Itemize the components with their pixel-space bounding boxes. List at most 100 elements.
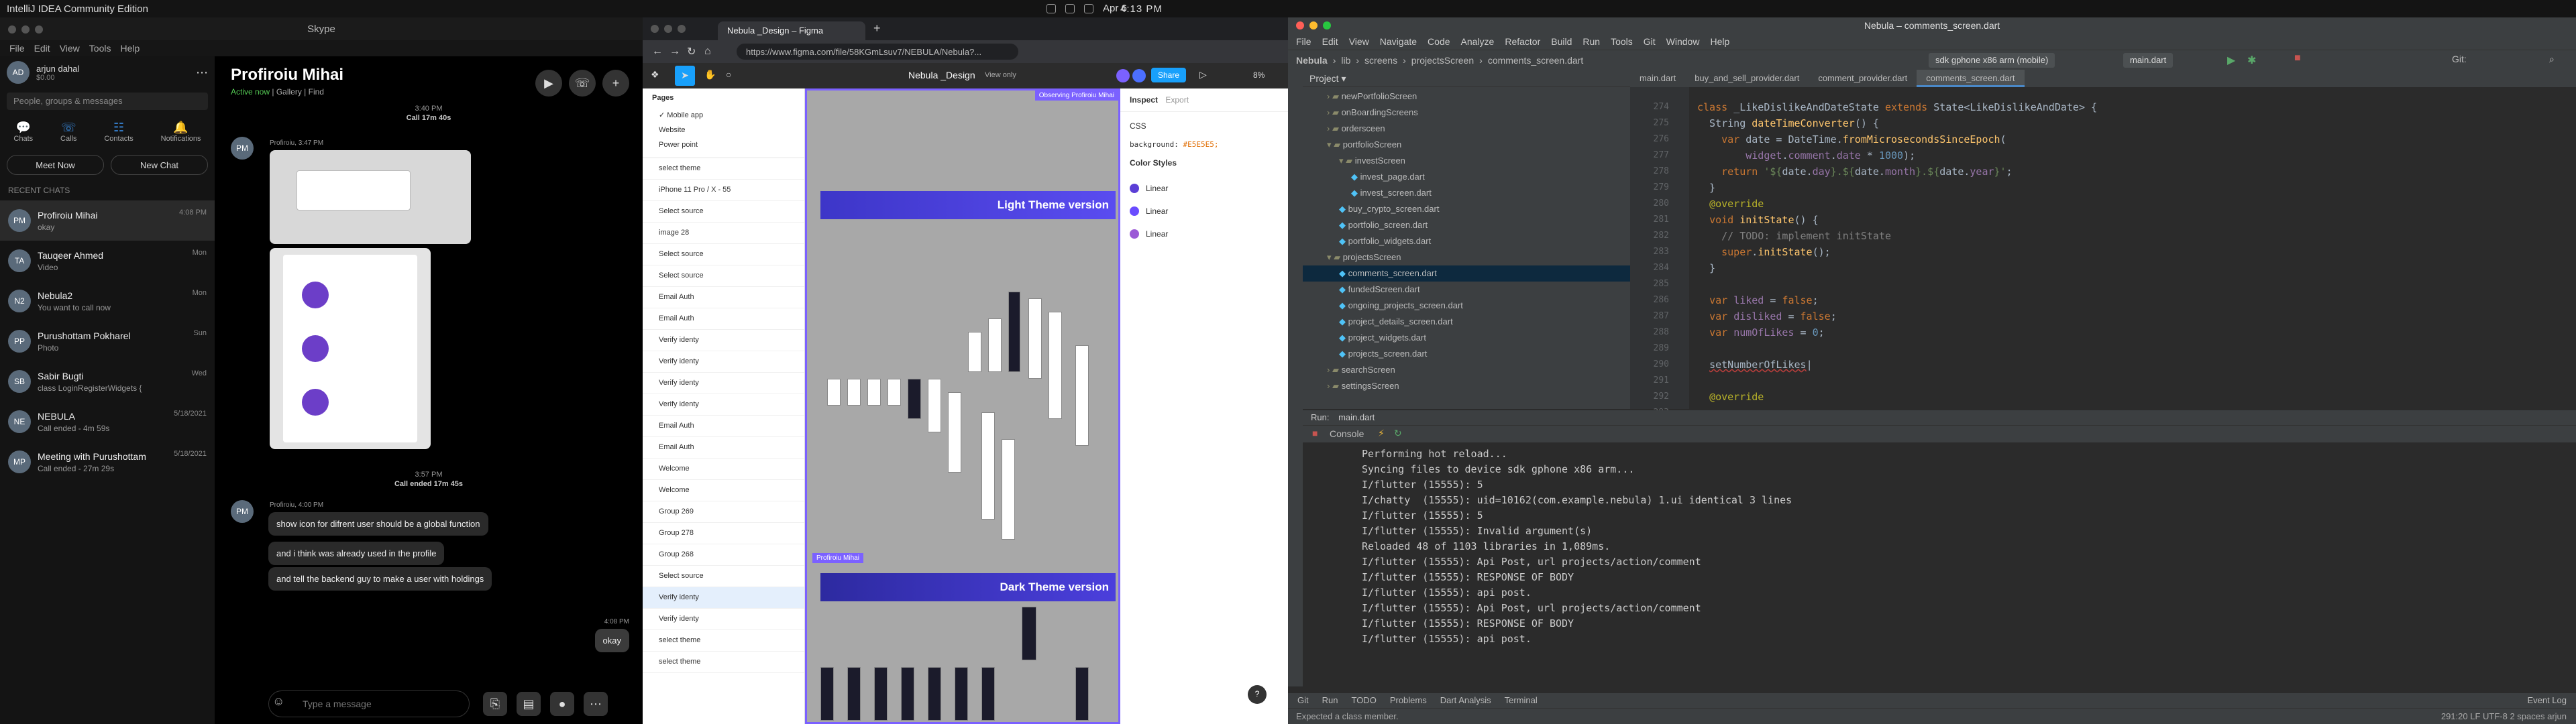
tree-folder[interactable]: › ▰ searchScreen — [1303, 362, 1630, 378]
meet-now-button[interactable]: Meet Now — [7, 155, 104, 175]
new-chat-button[interactable]: New Chat — [111, 155, 208, 175]
search-icon[interactable]: ⌕ — [2549, 54, 2555, 65]
attach-icon[interactable]: ⎘ — [483, 692, 507, 716]
tool-tab-todo[interactable]: TODO — [1351, 695, 1376, 706]
microphone-icon[interactable]: ● — [550, 692, 574, 716]
breadcrumb-item[interactable]: screens — [1364, 55, 1397, 66]
layer-item[interactable]: Verify identy — [643, 351, 804, 373]
move-tool-icon[interactable]: ➤ — [675, 66, 695, 86]
my-message-bubble[interactable]: okay — [594, 629, 629, 652]
tree-file[interactable]: ◆ comments_screen.dart — [1303, 265, 1630, 282]
maximize-button[interactable] — [1323, 21, 1331, 29]
run-tab[interactable]: main.dart — [1338, 412, 1375, 422]
url-input[interactable]: https://www.figma.com/file/58KGmLsuv7/NE… — [737, 44, 1018, 60]
maximize-button[interactable] — [35, 25, 43, 34]
tree-folder[interactable]: › ▰ newPortfolioScreen — [1303, 88, 1630, 105]
tree-folder[interactable]: ▾ ▰ investScreen — [1303, 153, 1630, 169]
page-item[interactable]: ✓ Mobile app — [643, 107, 804, 123]
design-frame[interactable] — [820, 667, 834, 721]
stop-icon[interactable]: ■ — [2294, 52, 2301, 64]
menu-item[interactable]: Git — [1644, 36, 1656, 47]
figma-menu-icon[interactable]: ❖ — [651, 69, 659, 80]
menu-item[interactable]: Tools — [1611, 36, 1633, 47]
page-item[interactable]: Website — [643, 123, 804, 137]
layer-item[interactable]: Verify identy — [643, 373, 804, 394]
menu-item[interactable]: Run — [1582, 36, 1600, 47]
more-icon[interactable]: ⋯ — [584, 692, 608, 716]
close-button[interactable] — [1296, 21, 1304, 29]
tree-file[interactable]: ◆ invest_screen.dart — [1303, 185, 1630, 201]
design-frame[interactable] — [874, 667, 888, 721]
menu-edit[interactable]: Edit — [34, 43, 50, 54]
menu-item[interactable]: Help — [1710, 36, 1729, 47]
new-tab-icon[interactable]: + — [873, 21, 881, 36]
nav-calls[interactable]: ☏ Calls — [60, 121, 76, 143]
figma-canvas[interactable]: Observing Profiroiu Mihai Light Theme ve… — [805, 88, 1120, 724]
tab-export[interactable]: Export — [1165, 95, 1189, 105]
tab-inspect[interactable]: Inspect — [1130, 95, 1158, 105]
breadcrumb-item[interactable]: lib — [1341, 55, 1350, 66]
console-tab[interactable]: Console — [1330, 428, 1364, 439]
tree-folder[interactable]: ▾ ▰ portfolioScreen — [1303, 137, 1630, 153]
debug-icon[interactable]: ✱ — [2247, 54, 2256, 67]
tool-tab-problems[interactable]: Problems — [1390, 695, 1427, 706]
maximize-button[interactable] — [678, 25, 686, 33]
event-log-tab[interactable]: Event Log — [2527, 695, 2567, 706]
menu-item[interactable]: Build — [1551, 36, 1572, 47]
forward-icon[interactable]: → — [669, 46, 680, 58]
design-frame[interactable] — [908, 379, 921, 419]
tree-file[interactable]: ◆ fundedScreen.dart — [1303, 282, 1630, 298]
hot-restart-icon[interactable]: ↻ — [1394, 428, 1402, 439]
tool-tab-git[interactable]: Git — [1297, 695, 1309, 706]
tree-folder[interactable]: › ▰ ordersceen — [1303, 121, 1630, 137]
status-icon[interactable] — [1046, 3, 1056, 13]
menu-item[interactable]: Edit — [1322, 36, 1338, 47]
run-icon[interactable]: ▶ — [2227, 54, 2235, 67]
breadcrumb-item[interactable]: comments_screen.dart — [1488, 55, 1583, 66]
chat-list-item[interactable]: PM Profiroiu Mihai okay 4:08 PM — [0, 200, 215, 241]
stop-icon[interactable]: ■ — [1312, 428, 1318, 438]
design-frame[interactable] — [1049, 312, 1062, 419]
layer-item[interactable]: select theme — [643, 158, 804, 180]
nav-chats[interactable]: 💬 Chats — [13, 121, 33, 143]
menu-item[interactable]: Analyze — [1461, 36, 1495, 47]
more-options-icon[interactable]: ⋯ — [196, 66, 208, 80]
message-bubble[interactable]: show icon for difrent user should be a g… — [268, 512, 488, 536]
layer-item[interactable]: select theme — [643, 652, 804, 673]
home-icon[interactable]: ⌂ — [704, 46, 711, 58]
design-frame[interactable] — [847, 379, 861, 406]
tree-file[interactable]: ◆ projects_screen.dart — [1303, 346, 1630, 362]
design-frame[interactable] — [968, 332, 981, 372]
tree-file[interactable]: ◆ ongoing_projects_screen.dart — [1303, 298, 1630, 314]
design-frame[interactable] — [928, 667, 941, 721]
layer-item[interactable]: Group 269 — [643, 501, 804, 523]
chat-list-item[interactable]: TA Tauqeer Ahmed Video Mon — [0, 241, 215, 281]
chat-list-item[interactable]: NE NEBULA Call ended - 4m 59s 5/18/2021 — [0, 402, 215, 442]
browser-tab[interactable]: Nebula _Design – Figma — [718, 21, 865, 40]
tree-folder[interactable]: ▾ ▰ projectsScreen — [1303, 249, 1630, 265]
layer-item[interactable]: select theme — [643, 630, 804, 652]
add-people-button[interactable]: + — [602, 70, 629, 97]
layer-item[interactable]: Verify identy — [643, 330, 804, 351]
nav-notifications[interactable]: 🔔 Notifications — [161, 121, 201, 143]
shared-image[interactable] — [270, 150, 471, 244]
tool-tab-dart-analysis[interactable]: Dart Analysis — [1440, 695, 1491, 706]
layer-item[interactable]: Verify identy — [643, 609, 804, 630]
editor-tab[interactable]: comment_provider.dart — [1809, 70, 1917, 87]
chat-list-item[interactable]: N2 Nebula2 You want to call now Mon — [0, 281, 215, 321]
run-config-selector[interactable]: main.dart — [2123, 53, 2174, 68]
share-button[interactable]: Share — [1151, 68, 1187, 82]
minimize-button[interactable] — [21, 25, 30, 34]
layer-item[interactable]: Email Auth — [643, 308, 804, 330]
status-icon[interactable] — [1065, 3, 1075, 13]
layer-item[interactable]: Welcome — [643, 480, 804, 501]
collaborator-avatar[interactable] — [1116, 69, 1130, 82]
layer-item[interactable]: Email Auth — [643, 287, 804, 308]
audio-call-button[interactable]: ☏ — [569, 70, 596, 97]
layer-item[interactable]: Welcome — [643, 459, 804, 480]
hand-tool-icon[interactable]: ✋ — [704, 69, 716, 80]
message-bubble[interactable]: and i think was already used in the prof… — [268, 542, 445, 565]
hot-reload-icon[interactable]: ⚡ — [1378, 428, 1385, 439]
nav-contacts[interactable]: ☷ Contacts — [104, 121, 133, 143]
menu-file[interactable]: File — [9, 43, 25, 54]
